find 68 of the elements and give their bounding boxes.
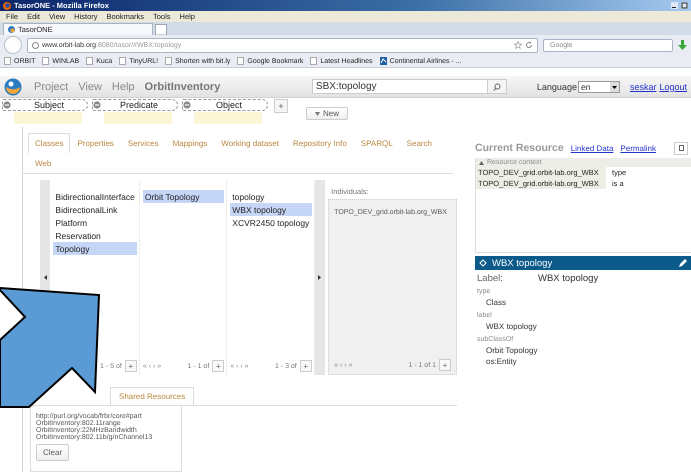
list-item[interactable]: BidirectionalInterface: [53, 190, 137, 203]
triple-slot[interactable]: Predicate: [92, 99, 178, 111]
panel-title: Current Resource: [475, 142, 564, 154]
list-item[interactable]: Topology: [53, 242, 137, 255]
resource-header: WBX topology: [475, 256, 691, 270]
list-item[interactable]: Reservation: [53, 229, 137, 242]
list-item[interactable]: Platform: [53, 216, 137, 229]
page-icon: [165, 57, 172, 65]
document-icon: [678, 145, 684, 151]
remove-icon[interactable]: [93, 101, 101, 109]
new-button[interactable]: New: [306, 107, 348, 120]
list-item[interactable]: topology: [230, 190, 312, 203]
search-icon[interactable]: [492, 82, 501, 90]
link[interactable]: Linked Data: [570, 144, 614, 152]
remove-icon[interactable]: [183, 101, 191, 109]
page-icon: [310, 57, 318, 65]
scroll-left-icon[interactable]: [44, 275, 47, 280]
user-link[interactable]: seskar: [630, 82, 656, 92]
page-icon: [237, 57, 244, 65]
download-icon[interactable]: [678, 40, 687, 50]
add-button[interactable]: +: [274, 99, 288, 113]
language-select[interactable]: en: [578, 80, 620, 92]
logo-icon: [380, 57, 387, 65]
add-button[interactable]: +: [439, 359, 451, 371]
page-icon: [119, 57, 126, 65]
add-button[interactable]: +: [124, 360, 137, 372]
field-label: Label:: [477, 273, 504, 284]
page-icon: [86, 57, 94, 65]
project-name[interactable]: OrbitInventory: [144, 80, 220, 92]
property-value: Class: [485, 297, 508, 308]
pin-button[interactable]: [674, 142, 688, 154]
property-value: os:Entity: [485, 356, 518, 367]
favicon-icon: [8, 26, 15, 33]
value-field[interactable]: [194, 112, 262, 124]
field-value: WBX topology: [538, 273, 598, 284]
logout-link[interactable]: Logout: [659, 82, 687, 92]
link[interactable]: Permalink: [620, 144, 656, 152]
list-item[interactable]: Orbit Topology: [142, 190, 224, 203]
property-value: WBX topology: [485, 321, 538, 332]
scroll-right-icon[interactable]: [318, 275, 322, 280]
edit-icon[interactable]: [679, 259, 687, 267]
property-value: Orbit Topology: [485, 345, 538, 356]
minimize-icon[interactable]: [671, 2, 678, 9]
value-field[interactable]: [14, 112, 82, 124]
language-label: Language: [536, 82, 577, 92]
add-button[interactable]: +: [212, 360, 224, 372]
remove-icon[interactable]: [3, 101, 11, 109]
new-tab-icon[interactable]: [155, 24, 167, 35]
value-field[interactable]: [104, 112, 172, 124]
clear-button[interactable]: Clear: [36, 444, 70, 461]
star-icon[interactable]: [514, 41, 522, 49]
reload-icon[interactable]: [525, 41, 533, 49]
page-icon: [42, 57, 50, 65]
triple-slot[interactable]: Subject: [2, 99, 88, 111]
page-icon: [4, 57, 11, 65]
add-button[interactable]: +: [300, 360, 312, 372]
back-icon[interactable]: [4, 36, 22, 54]
class-icon: [479, 259, 487, 267]
list-item[interactable]: WBX topology: [230, 203, 312, 216]
collapse-icon: [479, 160, 484, 164]
search-field[interactable]: SBX:topology: [312, 79, 507, 94]
caret-icon: [315, 112, 320, 116]
maximize-icon[interactable]: [681, 2, 688, 9]
app-logo-icon: [4, 78, 24, 96]
list-item[interactable]: BidirectionalLink: [53, 203, 137, 216]
triple-slot[interactable]: Object: [182, 99, 268, 111]
list-item[interactable]: XCVR2450 topology: [230, 216, 312, 229]
dropdown-icon: [610, 82, 619, 92]
